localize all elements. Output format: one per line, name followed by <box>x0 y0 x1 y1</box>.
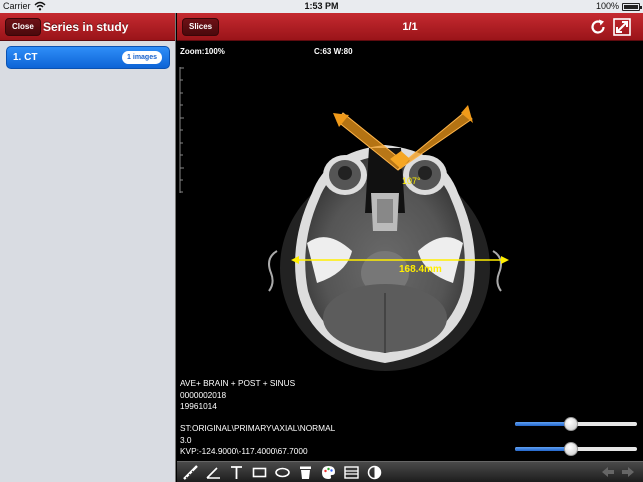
zoom-readout: Zoom:100% <box>180 47 225 56</box>
status-bar: Carrier 1:53 PM 100% <box>0 0 643 13</box>
slider-thumb[interactable] <box>563 442 578 456</box>
viewer-header: Slices 1/1 <box>177 13 643 41</box>
slider-thumb[interactable] <box>563 417 578 431</box>
ct-scan-image <box>268 145 502 371</box>
series-item-label: 1. CT <box>13 52 38 63</box>
series-panel-title: Series in study <box>43 20 129 34</box>
series-description: AVE+ BRAIN + POST + SINUS <box>180 378 296 388</box>
patient-id: 0000002018 <box>180 389 227 400</box>
palette-icon[interactable] <box>320 464 337 481</box>
angle-icon[interactable] <box>205 464 222 481</box>
series-item-ct[interactable]: 1. CT 1 images <box>6 46 170 69</box>
window-center-slider[interactable] <box>515 417 637 431</box>
stack-icon[interactable] <box>343 464 360 481</box>
battery-percent: 100% <box>595 1 619 11</box>
window-width-slider[interactable] <box>515 442 637 456</box>
image-viewer[interactable]: Slices 1/1 Zoom:100% C:63 W:80 107° 168.… <box>177 13 643 482</box>
ellipse-icon[interactable] <box>274 464 291 481</box>
slider-fill <box>515 422 571 426</box>
page-indicator: 1/1 <box>402 21 418 33</box>
annotation-toolbar <box>177 461 643 482</box>
fullscreen-icon[interactable] <box>613 18 631 36</box>
study-info-top: AVE+ BRAIN + POST + SINUS 0000002018 199… <box>180 378 295 413</box>
series-panel-header: Close Series in study <box>0 13 175 41</box>
trash-icon[interactable] <box>297 464 314 481</box>
clock: 1:53 PM <box>304 1 339 11</box>
scale-ruler <box>179 67 184 193</box>
image-count-badge: 1 images <box>122 51 162 64</box>
series-panel: Close Series in study 1. CT 1 images <box>0 13 176 482</box>
image-type: ST:ORIGINAL\PRIMARY\AXIAL\NORMAL <box>180 423 336 433</box>
rectangle-icon[interactable] <box>251 464 268 481</box>
slice-thickness: 3.0 <box>180 434 192 445</box>
refresh-icon[interactable] <box>589 18 607 36</box>
next-arrow-icon[interactable] <box>621 465 635 479</box>
window-level-readout: C:63 W:80 <box>314 47 353 56</box>
study-date: 19961014 <box>180 401 217 411</box>
study-info-bottom: ST:ORIGINAL\PRIMARY\AXIAL\NORMAL 3.0 KVP… <box>180 423 335 458</box>
contrast-icon[interactable] <box>366 464 383 481</box>
slider-fill <box>515 447 571 451</box>
kvp-position: KVP:-124.9000\-117.4000\67.7000 <box>180 446 308 456</box>
ruler-icon[interactable] <box>182 464 199 481</box>
text-icon[interactable] <box>228 464 245 481</box>
battery-icon <box>622 3 642 11</box>
close-button[interactable]: Close <box>5 18 41 36</box>
previous-arrow-icon[interactable] <box>601 465 615 479</box>
